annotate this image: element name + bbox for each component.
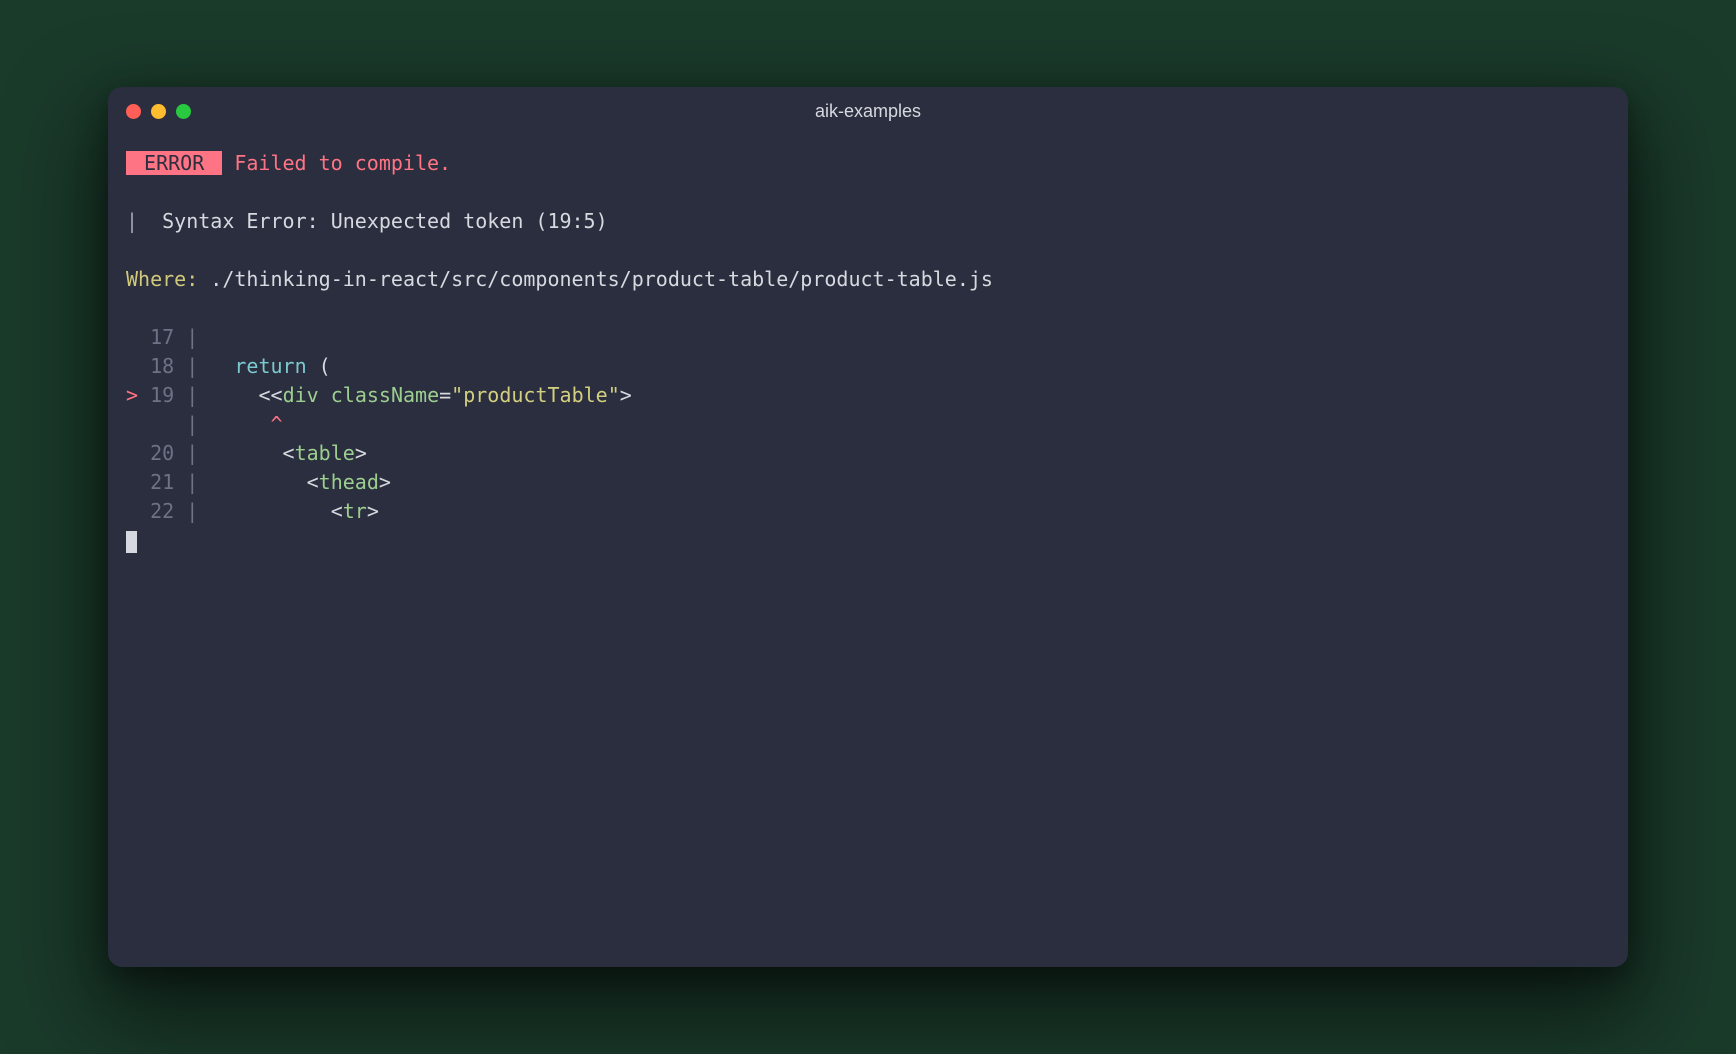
where-path: ./thinking-in-react/src/components/produ… [198, 267, 993, 291]
code-token: div [283, 383, 319, 407]
code-token: ( [307, 354, 331, 378]
minimize-icon[interactable] [151, 104, 166, 119]
code-token: return [234, 354, 306, 378]
line-gutter: 18 | [126, 354, 234, 378]
terminal-output[interactable]: ERROR Failed to compile. | Syntax Error:… [108, 135, 1628, 967]
where-label: Where: [126, 267, 198, 291]
error-details: Syntax Error: Unexpected token (19:5) [162, 209, 608, 233]
code-token: > [355, 441, 367, 465]
line-gutter: 22 | [126, 499, 331, 523]
code-token: table [295, 441, 355, 465]
window-title: aik-examples [815, 101, 921, 122]
code-token: = [439, 383, 451, 407]
code-token: > [367, 499, 379, 523]
code-token: > [620, 383, 632, 407]
cursor-icon [126, 531, 137, 553]
window-controls [126, 104, 191, 119]
error-badge: ERROR [126, 151, 222, 175]
code-frame: 17 | 18 | return ( > 19 | <<div classNam… [126, 323, 1610, 526]
line-gutter: | [126, 412, 271, 436]
error-marker: > [126, 383, 150, 407]
code-token: "productTable" [451, 383, 620, 407]
code-token: className [331, 383, 439, 407]
line-gutter: 20 | [126, 441, 283, 465]
code-token: ^ [271, 412, 283, 436]
code-token: thead [319, 470, 379, 494]
code-token: < [283, 441, 295, 465]
error-message: Failed to compile. [234, 151, 451, 175]
terminal-window: aik-examples ERROR Failed to compile. | … [108, 87, 1628, 967]
code-token: << [258, 383, 282, 407]
close-icon[interactable] [126, 104, 141, 119]
code-token: tr [343, 499, 367, 523]
code-token: < [307, 470, 319, 494]
code-token: < [331, 499, 343, 523]
titlebar: aik-examples [108, 87, 1628, 135]
pipe-prefix: | [126, 209, 162, 233]
zoom-icon[interactable] [176, 104, 191, 119]
line-gutter: 17 | [126, 325, 210, 349]
code-token: > [379, 470, 391, 494]
code-token [319, 383, 331, 407]
line-gutter: 19 | [150, 383, 258, 407]
line-gutter: 21 | [126, 470, 307, 494]
